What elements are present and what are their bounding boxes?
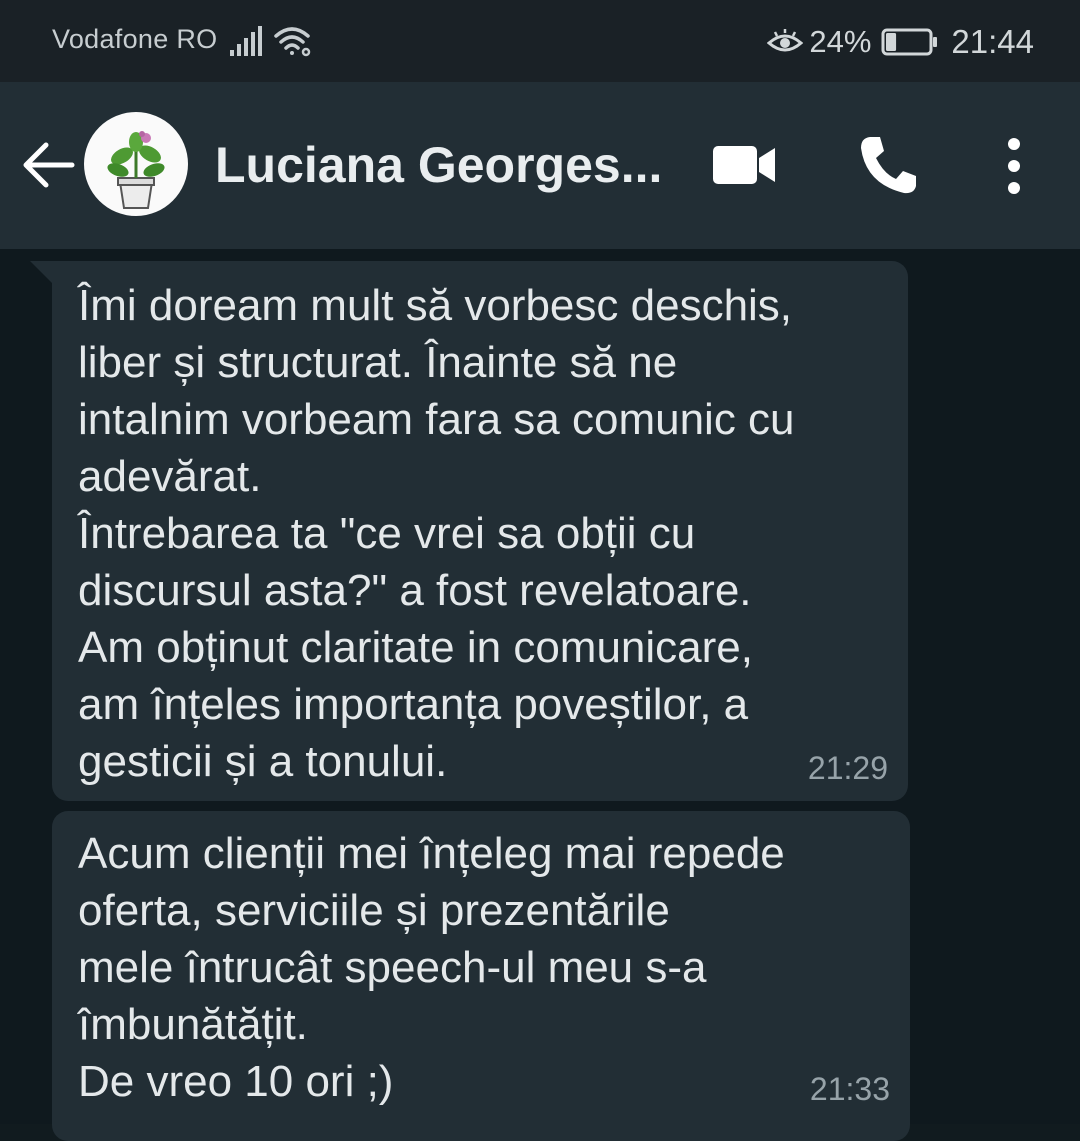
message-timestamp: 21:33 (809, 1071, 890, 1107)
avatar[interactable] (84, 112, 188, 216)
more-options-icon[interactable] (998, 136, 1030, 196)
phone-call-icon[interactable] (858, 134, 918, 196)
carrier-name: Vodafone RO (52, 24, 218, 54)
video-call-icon[interactable] (712, 144, 776, 186)
contact-name[interactable]: Luciana Georges... (215, 136, 665, 194)
status-bar: Vodafone RO 24% 21:44 (0, 0, 1080, 82)
potted-plant-avatar-icon (107, 131, 165, 209)
status-clock: 21:44 (951, 23, 1034, 60)
eye-comfort-icon (767, 29, 804, 52)
back-arrow-icon[interactable] (22, 140, 76, 190)
chat-header: Luciana Georges... (0, 82, 1080, 249)
message-list[interactable]: Îmi doream mult să vorbesc deschis, libe… (0, 249, 1080, 1141)
wifi-icon (274, 27, 311, 57)
incoming-message-bubble[interactable]: Îmi doream mult să vorbesc deschis, libe… (30, 261, 908, 801)
bubble-tail (30, 261, 52, 283)
signal-wifi-icons (230, 26, 311, 57)
signal-icon (230, 26, 262, 56)
message-text: Îmi doream mult să vorbesc deschis, libe… (78, 281, 795, 786)
message-timestamp: 21:29 (807, 750, 888, 786)
battery-icon (881, 28, 938, 56)
status-right: 24% 21:44 (767, 20, 1034, 64)
battery-percent: 24% (809, 24, 872, 59)
battery-level-fill (886, 33, 897, 51)
message-text: Acum clienții mei înțeleg mai repede ofe… (78, 829, 785, 1106)
incoming-message-bubble[interactable]: Acum clienții mei înțeleg mai repede ofe… (52, 811, 910, 1141)
